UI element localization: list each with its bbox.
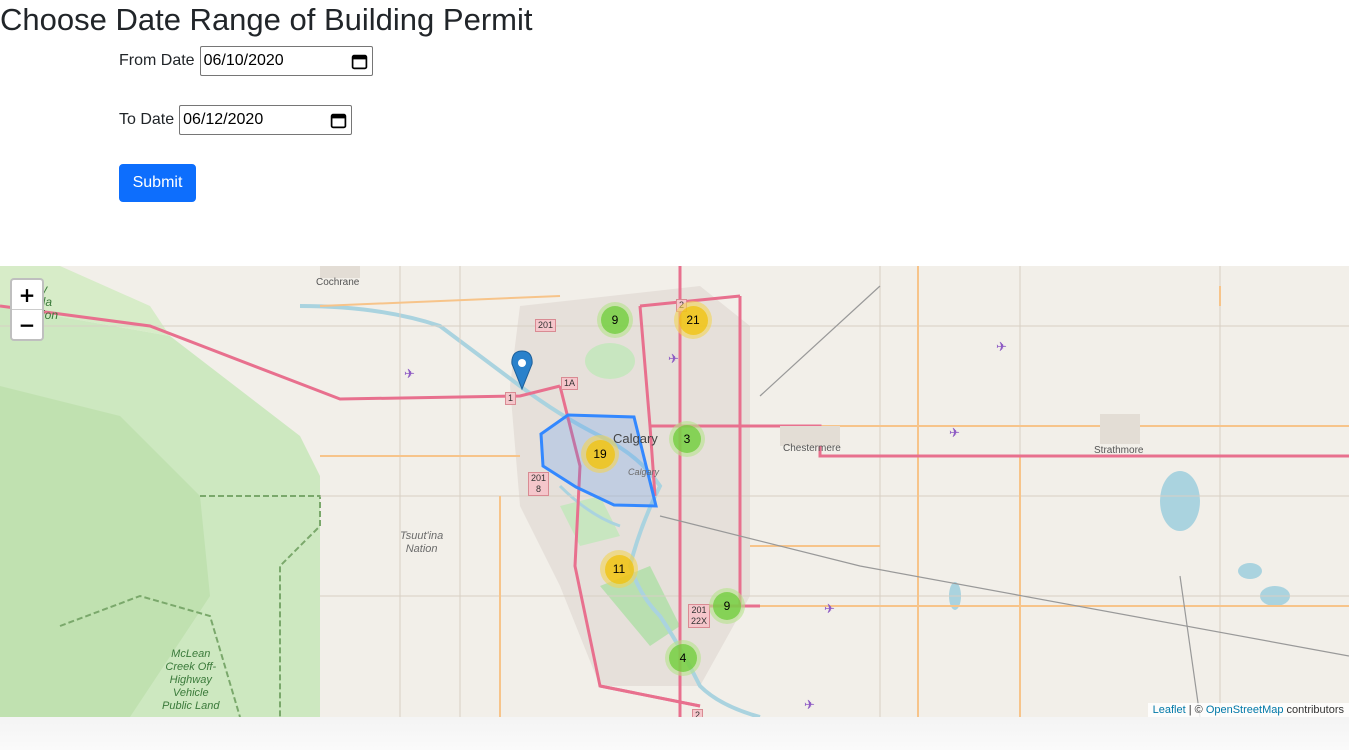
cluster-count: 3 xyxy=(673,425,701,453)
cluster-count: 19 xyxy=(585,439,615,469)
place-label-chestermere: Chestermere xyxy=(783,443,841,454)
airport-icon: ✈ xyxy=(668,352,679,367)
zoom-out-button[interactable]: − xyxy=(12,310,42,339)
from-date-label: From Date xyxy=(119,52,195,69)
route-shield: 2 xyxy=(692,709,704,717)
calendar-icon[interactable] xyxy=(330,112,347,129)
airport-icon: ✈ xyxy=(949,426,960,441)
place-label-calgary: Calgary xyxy=(613,431,658,446)
zoom-in-button[interactable]: + xyxy=(12,280,42,310)
to-date-input[interactable]: 06/12/2020 xyxy=(179,105,353,135)
from-date-input[interactable]: 06/10/2020 xyxy=(199,46,373,76)
zoom-control: + − xyxy=(10,278,44,341)
airport-icon: ✈ xyxy=(824,602,835,617)
route-shield: 1 xyxy=(505,392,517,405)
airport-icon: ✈ xyxy=(996,340,1007,355)
place-label-tsuutina: Tsuut'ina Nation xyxy=(400,530,444,555)
marker-cluster[interactable]: 19 xyxy=(581,435,619,473)
submit-button[interactable]: Submit xyxy=(119,164,196,202)
map-attribution: Leaflet | © OpenStreetMap contributors xyxy=(1147,703,1349,717)
cluster-count: 4 xyxy=(669,644,697,672)
cluster-count: 9 xyxy=(713,592,741,620)
to-date-value: 06/12/2020 xyxy=(183,111,264,128)
leaflet-link[interactable]: Leaflet xyxy=(1153,704,1186,716)
marker-cluster[interactable]: 4 xyxy=(665,640,701,676)
route-shield: 201 22X xyxy=(688,604,711,628)
place-label-cochrane: Cochrane xyxy=(316,277,360,288)
route-shield: 201 xyxy=(535,319,557,332)
from-date-value: 06/10/2020 xyxy=(203,52,284,69)
from-date-row: From Date 06/10/2020 xyxy=(119,46,373,76)
to-date-row: To Date 06/12/2020 xyxy=(119,105,353,135)
route-shield: 1A xyxy=(561,377,579,390)
marker-cluster[interactable]: 21 xyxy=(674,301,712,339)
marker-cluster[interactable]: 3 xyxy=(669,421,705,457)
place-label-calgary-small: Calgary xyxy=(628,467,660,477)
cluster-count: 11 xyxy=(604,554,634,584)
attribution-suffix: contributors xyxy=(1283,704,1344,716)
cluster-count: 21 xyxy=(678,305,708,335)
airport-icon: ✈ xyxy=(404,367,415,382)
to-date-label: To Date xyxy=(119,111,175,128)
marker-cluster[interactable]: 9 xyxy=(597,302,633,338)
marker-cluster[interactable]: 11 xyxy=(600,550,638,588)
route-shield: 201 8 xyxy=(528,472,550,496)
osm-link[interactable]: OpenStreetMap xyxy=(1206,704,1284,716)
place-label-strathmore: Strathmore xyxy=(1094,445,1144,456)
airport-icon: ✈ xyxy=(804,698,815,713)
map-view[interactable]: Cochrane Calgary Calgary Chestermere Str… xyxy=(0,266,1349,717)
page-title: Choose Date Range of Building Permit xyxy=(0,2,533,37)
marker-cluster[interactable]: 9 xyxy=(709,588,745,624)
place-label-mclean: McLean Creek Off- Highway Vehicle Public… xyxy=(162,648,220,712)
calendar-icon[interactable] xyxy=(351,53,368,70)
page-footer xyxy=(0,717,1349,750)
attribution-separator: | © xyxy=(1185,704,1206,716)
cluster-count: 9 xyxy=(601,306,629,334)
